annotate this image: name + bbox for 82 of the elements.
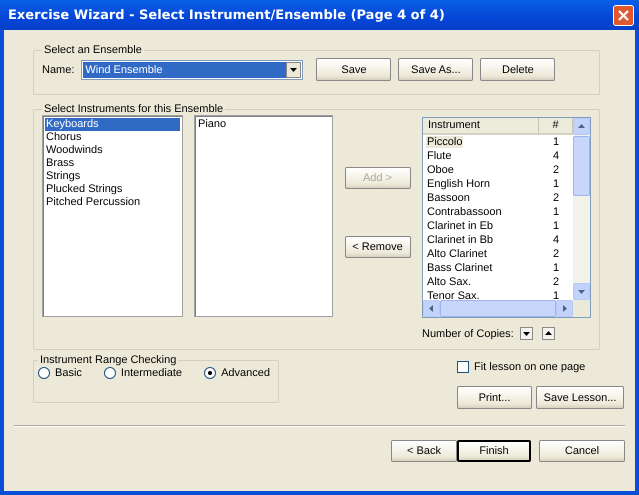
group-label: Select Instruments for this Ensemble	[43, 103, 224, 115]
remove-button[interactable]: < Remove	[344, 236, 410, 258]
table-cell-text: 1	[552, 177, 560, 191]
dropdown-value: Wind Ensemble	[83, 62, 286, 78]
horizontal-scrollbar[interactable]	[423, 300, 590, 317]
instrument-name: Tenor Sax.	[426, 290, 481, 300]
wizard-button[interactable]: Cancel	[539, 440, 625, 462]
ensemble-button[interactable]: Save As...	[398, 58, 474, 81]
up-arrow-icon	[544, 330, 552, 337]
radio-label[interactable]: Intermediate	[120, 367, 182, 379]
instrument-name: Flute	[426, 150, 452, 162]
instrument-name: Bass Clarinet	[426, 262, 494, 274]
table-cell-text: 2	[552, 275, 560, 289]
caret-icon	[290, 66, 298, 73]
column-header[interactable]: Instrument	[423, 118, 539, 133]
table-cell-text: 1	[552, 261, 560, 275]
instrument-table[interactable]: Instrument # Piccolo 1 Flute 4 Oboe 2 English Horn 1 Bassoon 2 Contrabassoon 1 Clarinet in Eb 1 Clarinet in Bb 4 Alto Clarinet 2 Bass Clarinet 1 Alto Sax. 2 Tenor Sax. 1	[422, 117, 591, 318]
scroll-down-button[interactable]	[573, 283, 590, 300]
instrument-list[interactable]: Piano	[194, 115, 333, 317]
increase-button[interactable]	[542, 327, 555, 340]
list-item[interactable]: Piano	[197, 118, 330, 131]
scrollbar-corner	[573, 300, 590, 317]
table-cell-text: 2	[552, 247, 560, 261]
scroll-right-button[interactable]	[556, 300, 573, 317]
wizard-button[interactable]: Finish	[457, 440, 531, 462]
save-lesson-button[interactable]: Save Lesson...	[536, 386, 624, 409]
dropdown-button[interactable]	[286, 62, 302, 78]
ensemble-dropdown[interactable]: Wind Ensemble	[81, 60, 304, 80]
list-item[interactable]: Plucked Strings	[45, 183, 180, 196]
right-arrow-icon	[561, 305, 568, 312]
up-arrow-icon	[578, 123, 585, 130]
table-cell-text: 1	[552, 219, 560, 233]
instrument-name: Piccolo	[426, 136, 464, 148]
scroll-thumb[interactable]	[573, 136, 590, 196]
table-cell-text: 1	[552, 135, 560, 149]
instrument-name: English Horn	[426, 178, 491, 190]
radio-button[interactable]	[104, 367, 116, 379]
table-cell-text: 1	[552, 289, 560, 300]
radio-button[interactable]	[38, 367, 50, 379]
instrument-name: Clarinet in Eb	[426, 220, 494, 232]
instrument-name: Clarinet in Bb	[426, 234, 494, 246]
list-item[interactable]: Strings	[45, 170, 180, 183]
list-item[interactable]: Brass	[45, 157, 180, 170]
instrument-name: Oboe	[426, 164, 455, 176]
vertical-scrollbar[interactable]	[573, 118, 590, 300]
scroll-left-button[interactable]	[423, 300, 440, 317]
list-item[interactable]: Woodwinds	[45, 144, 180, 157]
radio-button[interactable]	[204, 367, 216, 379]
category-list[interactable]: Keyboards Chorus Woodwinds Brass Strings Plucked Strings Pitched Percussion	[42, 115, 183, 317]
radio-label[interactable]: Basic	[55, 367, 82, 379]
ensemble-button[interactable]: Delete	[480, 58, 556, 81]
instrument-name: Alto Clarinet	[426, 248, 488, 260]
table-cell-text: 2	[552, 163, 560, 177]
scroll-thumb[interactable]	[440, 300, 556, 317]
window-title: Exercise Wizard - Select Instrument/Ensemble (Page 4 of 4)	[8, 8, 445, 22]
group-label: Select an Ensemble	[43, 44, 143, 56]
radio-label[interactable]: Advanced	[221, 367, 270, 379]
checkbox[interactable]	[457, 361, 469, 373]
list-item[interactable]: Chorus	[45, 131, 180, 144]
checkbox-label[interactable]: Fit lesson on one page	[474, 361, 586, 373]
name-label: Name:	[42, 64, 74, 76]
group-label: Instrument Range Checking	[39, 354, 178, 366]
instrument-name: Alto Sax.	[426, 276, 472, 288]
instrument-name: Contrabassoon	[426, 206, 503, 218]
close-button[interactable]	[613, 4, 634, 26]
table-cell-text: 4	[552, 149, 560, 163]
ensemble-button[interactable]: Save	[316, 58, 392, 81]
decrease-button[interactable]	[520, 327, 533, 340]
down-arrow-icon	[578, 288, 585, 295]
down-arrow-icon	[522, 330, 530, 337]
table-cell-text: 4	[552, 233, 560, 247]
copies-label: Number of Copies:	[422, 328, 514, 340]
left-arrow-icon	[428, 305, 435, 312]
scroll-up-button[interactable]	[573, 118, 590, 135]
table-cell-text: 2	[552, 191, 560, 205]
list-item[interactable]: Pitched Percussion	[45, 196, 180, 209]
instrument-name: Bassoon	[426, 192, 471, 204]
close-icon	[617, 8, 630, 22]
wizard-button[interactable]: < Back	[391, 440, 457, 462]
list-item[interactable]: Keyboards	[45, 118, 180, 131]
print-button[interactable]: Print...	[457, 386, 532, 409]
table-cell-text: 1	[552, 205, 560, 219]
